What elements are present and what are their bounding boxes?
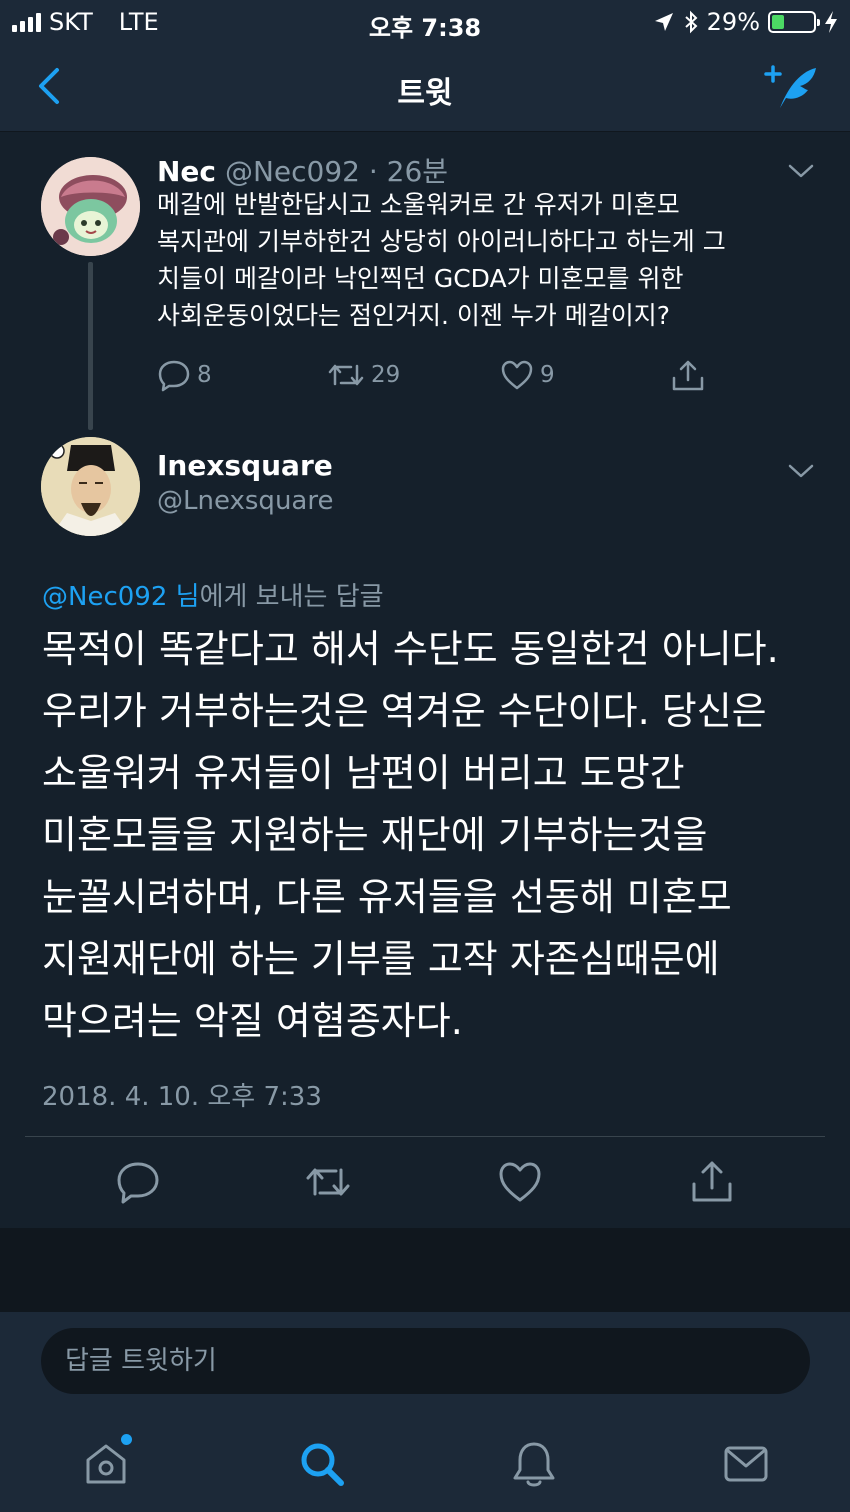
share-icon[interactable] bbox=[688, 1158, 736, 1206]
empty-replies-area bbox=[0, 1228, 850, 1312]
main-avatar-image bbox=[41, 437, 140, 536]
battery-percent: 29% bbox=[706, 8, 760, 36]
retweet-count: 29 bbox=[371, 362, 401, 388]
tweet-timestamp: 2018. 4. 10. 오후 7:33 bbox=[42, 1082, 322, 1112]
share-icon bbox=[672, 360, 704, 391]
notifications-icon bbox=[513, 1442, 555, 1487]
tab-messages[interactable] bbox=[720, 1438, 772, 1490]
chevron-down-icon[interactable] bbox=[788, 162, 814, 180]
share-button[interactable] bbox=[670, 358, 706, 394]
like-button[interactable]: 9 bbox=[500, 358, 555, 392]
avatar[interactable] bbox=[41, 157, 140, 256]
status-bar: SKT LTE 오후 7:38 29% bbox=[0, 0, 850, 44]
divider bbox=[25, 1136, 825, 1137]
main-text-line: 막으려는 악질 여혐종자다. bbox=[42, 999, 463, 1043]
chevron-down-icon[interactable] bbox=[788, 462, 814, 480]
retweet-icon[interactable] bbox=[304, 1158, 352, 1206]
main-text-line: 목적이 똑같다고 해서 수단도 동일한건 아니다. bbox=[42, 627, 779, 671]
reply-mention-link[interactable]: @Nec092 님 bbox=[42, 582, 200, 612]
main-author-name[interactable]: Inexsquare bbox=[157, 449, 333, 482]
main-text-line: 지원재단에 하는 기부를 고작 자존심때문에 bbox=[42, 937, 720, 981]
tab-search[interactable] bbox=[296, 1438, 348, 1490]
reply-icon bbox=[158, 360, 190, 392]
replying-to-line: @Nec092 님에게 보내는 답글 bbox=[42, 576, 384, 613]
parent-tweet-header: Nec @Nec092 · 26분 bbox=[157, 150, 448, 190]
parent-time-ago: 26분 bbox=[386, 155, 449, 188]
main-text-line: 눈꼴시려하며, 다른 유저들을 선동해 미혼모 bbox=[42, 875, 732, 919]
heart-icon[interactable] bbox=[496, 1158, 544, 1206]
new-content-dot bbox=[121, 1434, 132, 1445]
retweet-button[interactable]: 29 bbox=[327, 358, 400, 392]
parent-text-line: 사회운동이었다는 점인거지. 이젠 누가 메갈이지? bbox=[157, 301, 671, 330]
charging-bolt-icon bbox=[825, 11, 837, 33]
tab-bar bbox=[0, 1412, 850, 1512]
reply-to-suffix: 에게 보내는 답글 bbox=[199, 582, 384, 612]
messages-icon bbox=[724, 1446, 768, 1482]
main-text-line: 소울워커 유저들이 남편이 버리고 도망간 bbox=[42, 751, 685, 795]
reply-input[interactable]: 답글 트윗하기 bbox=[41, 1328, 810, 1394]
reply-icon[interactable] bbox=[114, 1158, 162, 1206]
page-title: 트윗 bbox=[397, 76, 453, 111]
thread-connector-line bbox=[88, 262, 93, 430]
bluetooth-icon bbox=[684, 10, 698, 34]
parent-avatar-image bbox=[41, 157, 140, 256]
parent-text-line: 복지관에 기부하한건 상당히 아이러니하다고 하는게 그 bbox=[157, 227, 726, 256]
main-author-handle[interactable]: @Lnexsquare bbox=[157, 486, 333, 516]
main-text-line: 미혼모들을 지원하는 재단에 기부하는것을 bbox=[42, 813, 708, 857]
compose-tweet-icon[interactable] bbox=[764, 62, 820, 112]
like-count: 9 bbox=[540, 362, 555, 388]
reply-button[interactable]: 8 bbox=[157, 358, 212, 392]
reply-count: 8 bbox=[197, 362, 212, 388]
battery-icon bbox=[768, 11, 820, 33]
tab-notifications[interactable] bbox=[508, 1438, 560, 1490]
tab-home[interactable] bbox=[80, 1434, 132, 1490]
main-tweet-text: 목적이 똑같다고 해서 수단도 동일한건 아니다. 우리가 거부하는것은 역겨운… bbox=[42, 618, 822, 1052]
parent-text-line: 메갈에 반발한답시고 소울워커로 간 유저가 미혼모 bbox=[157, 190, 680, 219]
parent-tweet-actions: 8 29 9 bbox=[157, 358, 717, 394]
search-icon bbox=[301, 1443, 344, 1486]
main-text-line: 우리가 거부하는것은 역겨운 수단이다. 당신은 bbox=[42, 689, 767, 733]
parent-text-line: 치들이 메갈이라 낙인찍던 GCDA가 미혼모를 위한 bbox=[157, 264, 684, 293]
retweet-icon bbox=[328, 364, 364, 386]
status-bar-right: 29% bbox=[653, 8, 838, 36]
location-arrow-icon bbox=[654, 13, 673, 31]
reply-composer-bar: 답글 트윗하기 bbox=[0, 1312, 850, 1412]
parent-author-name[interactable]: Nec bbox=[157, 155, 216, 188]
avatar[interactable] bbox=[41, 437, 140, 536]
nav-bar: 트윗 bbox=[0, 44, 850, 132]
parent-author-handle[interactable]: @Nec092 bbox=[225, 155, 360, 188]
parent-tweet-text: 메갈에 반발한답시고 소울워커로 간 유저가 미혼모 복지관에 기부하한건 상당… bbox=[157, 186, 817, 334]
meta-separator: · bbox=[368, 155, 378, 188]
heart-icon bbox=[501, 360, 533, 390]
home-icon bbox=[86, 1444, 126, 1484]
